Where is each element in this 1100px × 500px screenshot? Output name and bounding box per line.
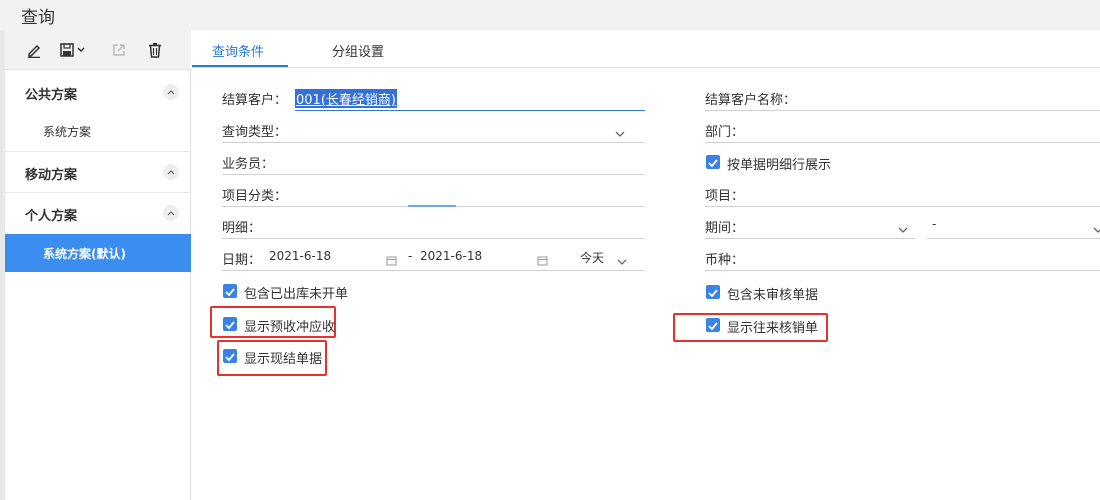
field-label: 查询类型：: [222, 125, 288, 140]
checkbox-label: 包含已出库未开单: [244, 287, 349, 302]
field-underline: [705, 270, 1100, 271]
sidebar-group-label: 个人方案: [25, 209, 78, 224]
delete-icon[interactable]: [144, 39, 166, 61]
field-underline: [222, 174, 645, 175]
chevron-up-icon[interactable]: [163, 205, 179, 221]
field-underline: [927, 238, 1100, 239]
field-underline: [222, 238, 645, 239]
field-label: 项目：: [705, 189, 745, 204]
chevron-down-icon[interactable]: [898, 220, 908, 233]
field-underline: [705, 110, 1100, 111]
tab-query-conditions[interactable]: 查询条件: [212, 41, 264, 60]
chevron-down-icon[interactable]: [617, 252, 627, 265]
sidebar-item-label: 系统方案: [43, 125, 92, 139]
sidebar-group-label: 移动方案: [25, 168, 78, 183]
field-label: 项目分类：: [222, 189, 288, 204]
customer-field[interactable]: 结算客户： 001(长春经销商): [222, 83, 645, 111]
field-label: 日期：: [222, 253, 262, 268]
detail-field[interactable]: 明细：: [222, 211, 645, 239]
toolbar: [5, 30, 191, 70]
chevron-up-icon[interactable]: [163, 164, 179, 180]
window-title: 查询: [21, 8, 55, 28]
date-to-input[interactable]: 2021-6-18: [420, 249, 482, 263]
checkbox-include-unaudited[interactable]: [706, 285, 720, 299]
checkbox-label: 显示现结单据: [244, 352, 323, 367]
date-from-input[interactable]: 2021-6-18: [269, 249, 331, 263]
department-field[interactable]: 部门：: [705, 115, 1100, 143]
field-label: 期间：: [705, 221, 745, 236]
focus-indicator: [408, 205, 456, 207]
chevron-down-icon[interactable]: [1093, 220, 1100, 233]
project-field[interactable]: 项目：: [705, 179, 1100, 207]
tab-group-settings[interactable]: 分组设置: [332, 41, 384, 60]
window-titlebar: 查询: [0, 0, 1100, 30]
checkbox-show-prepaid-offset[interactable]: [223, 317, 237, 331]
field-label: 明细：: [222, 221, 262, 236]
field-underline: [222, 270, 645, 271]
calendar-icon[interactable]: [386, 251, 397, 266]
tab-bar: 查询条件 分组设置: [192, 30, 1100, 68]
checkbox-show-writeoff[interactable]: [706, 318, 720, 332]
export-icon[interactable]: [108, 39, 130, 61]
sidebar-item-label: 系统方案(默认): [43, 247, 126, 261]
calendar-icon[interactable]: [537, 251, 548, 266]
date-preset-select[interactable]: 今天: [580, 249, 604, 266]
date-range-field: 日期： 2021-6-18 - 2021-6-18 今天: [222, 243, 645, 271]
field-label: 结算客户：: [222, 93, 288, 108]
checkbox-label: 按单据明细行展示: [727, 158, 832, 173]
sidebar-item-default-plan[interactable]: 系统方案(默认): [5, 234, 191, 272]
query-type-select[interactable]: 查询类型：: [222, 115, 645, 143]
field-label: 结算客户名称：: [705, 93, 797, 108]
field-underline: [705, 142, 1100, 143]
checkbox-label: 显示往来核销单: [727, 321, 819, 336]
date-separator: -: [408, 249, 413, 263]
sidebar-item-system-plan[interactable]: 系统方案: [5, 112, 191, 150]
field-underline: [222, 142, 645, 143]
sidebar-group-personal[interactable]: 个人方案: [5, 193, 191, 233]
checkbox-show-by-detail[interactable]: [706, 155, 720, 169]
checkbox-label: 显示预收冲应收: [244, 320, 336, 335]
save-icon[interactable]: [57, 39, 91, 61]
sidebar-group-label: 公共方案: [25, 88, 78, 103]
period-separator: -: [932, 217, 937, 231]
sidebar: 公共方案 系统方案 移动方案 个人方案 系统方案(默认): [5, 30, 191, 500]
customer-name-field[interactable]: 结算客户名称：: [705, 83, 1100, 111]
checkbox-label: 包含未审核单据: [727, 288, 819, 303]
currency-field[interactable]: 币种：: [705, 243, 1100, 271]
salesperson-field[interactable]: 业务员：: [222, 147, 645, 175]
chevron-down-icon[interactable]: [615, 124, 625, 137]
field-label: 部门：: [705, 125, 745, 140]
project-category-field[interactable]: 项目分类：: [222, 179, 645, 207]
field-label: 币种：: [705, 253, 745, 268]
checkbox-include-unbilled[interactable]: [223, 284, 237, 298]
checkbox-show-cash-settled[interactable]: [223, 349, 237, 363]
sidebar-group-mobile[interactable]: 移动方案: [5, 152, 191, 192]
active-tab-indicator: [192, 65, 288, 67]
period-field: 期间： -: [705, 211, 1100, 239]
sidebar-group-public[interactable]: 公共方案: [5, 72, 191, 112]
field-underline: [705, 206, 1100, 207]
chevron-up-icon[interactable]: [163, 84, 179, 100]
edit-icon[interactable]: [23, 39, 45, 61]
field-underline: [295, 110, 645, 111]
customer-value[interactable]: 001(长春经销商): [295, 89, 397, 108]
field-label: 业务员：: [222, 157, 275, 172]
field-underline: [705, 238, 915, 239]
